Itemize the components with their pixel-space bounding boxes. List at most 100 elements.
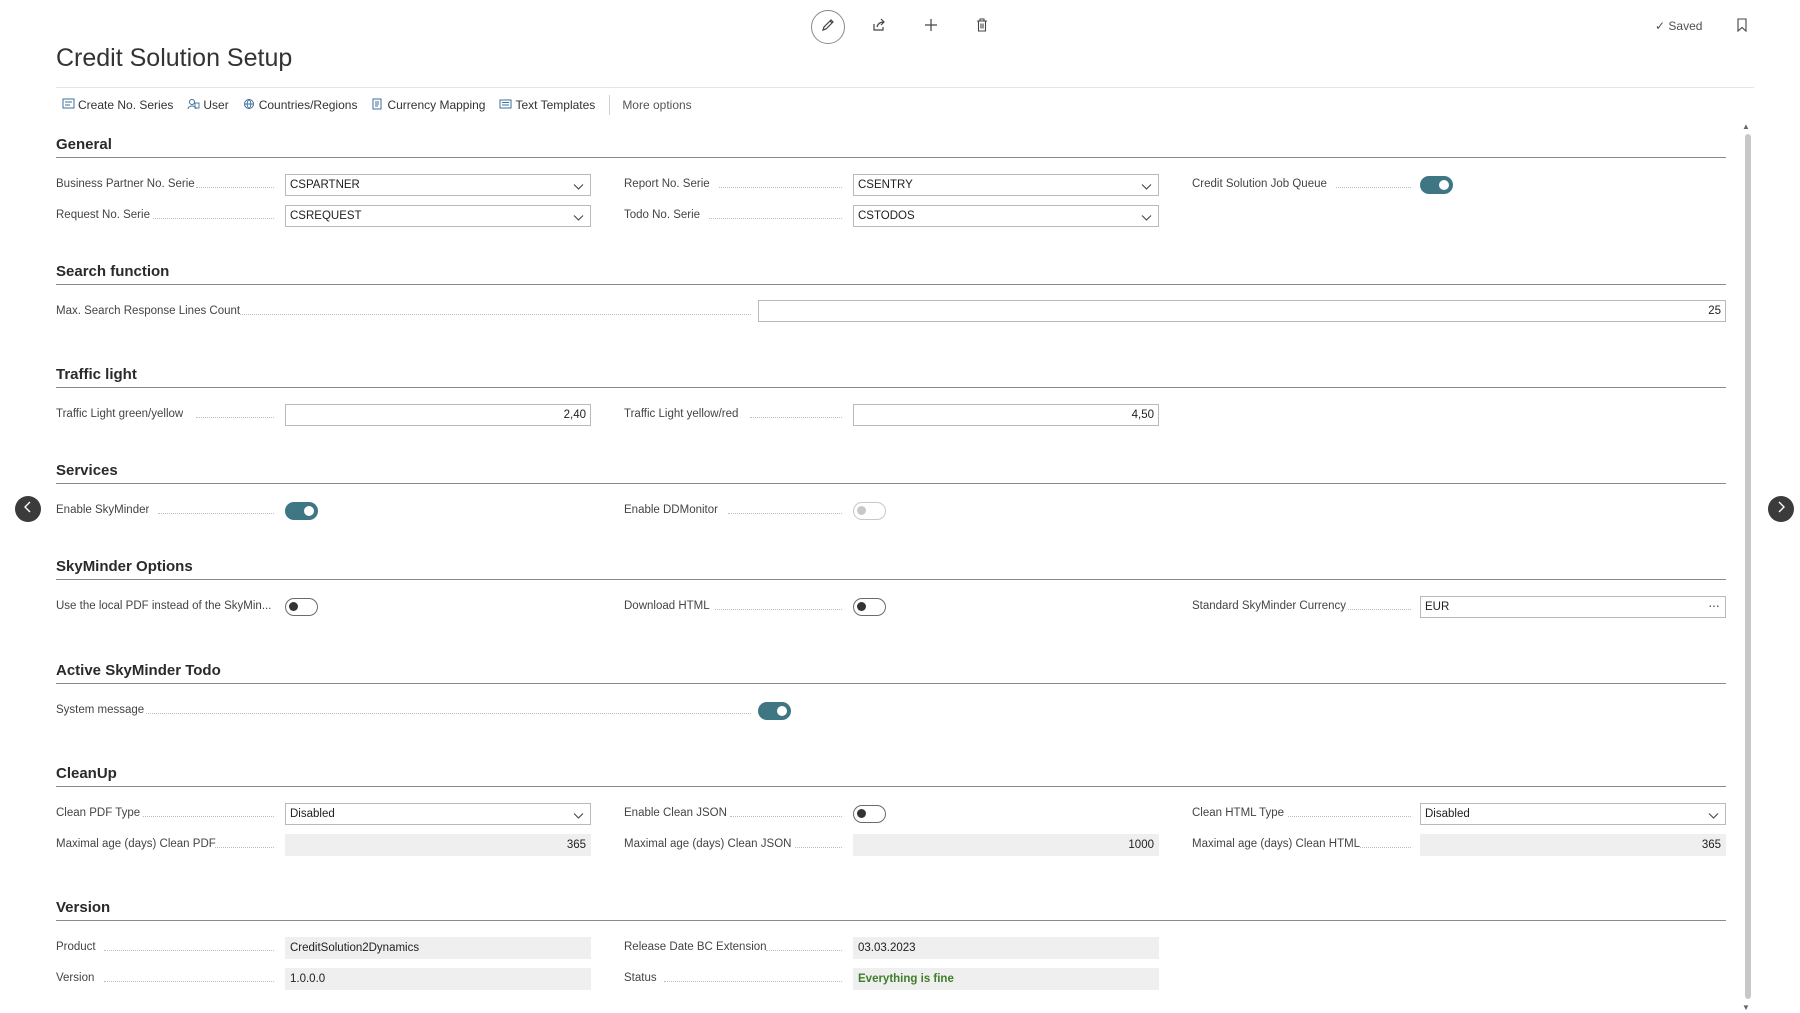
leader-dots — [766, 950, 842, 951]
previous-record-button[interactable] — [15, 496, 41, 522]
download-html-toggle[interactable] — [853, 598, 886, 616]
number-series-icon — [62, 98, 78, 113]
section-divider — [56, 284, 1726, 285]
yellow-red-input[interactable]: 4,50 — [853, 404, 1159, 426]
ddmonitor-toggle[interactable] — [853, 502, 886, 520]
text-templates-button[interactable]: Text Templates — [499, 98, 595, 113]
html-age-label: Maximal age (days) Clean HTML — [1192, 838, 1361, 850]
request-value: CSREQUEST — [290, 210, 362, 222]
edit-button[interactable] — [811, 10, 845, 44]
create-no-series-label: Create No. Series — [78, 98, 174, 112]
green-yellow-input[interactable]: 2,40 — [285, 404, 591, 426]
text-template-icon — [499, 98, 515, 113]
pdf-type-label: Clean PDF Type — [56, 807, 141, 819]
countries-regions-button[interactable]: Countries/Regions — [243, 98, 358, 113]
local-pdf-label: Use the local PDF instead of the SkyMin.… — [56, 600, 271, 612]
json-age-label: Maximal age (days) Clean JSON — [624, 838, 792, 850]
section-skyminder-options-title[interactable]: SkyMinder Options — [56, 558, 193, 575]
chevron-down-icon — [573, 210, 584, 230]
currency-label: Standard SkyMinder Currency — [1192, 600, 1347, 612]
report-select[interactable]: CSENTRY — [853, 174, 1159, 196]
section-services-title[interactable]: Services — [56, 462, 118, 479]
leader-dots — [104, 981, 274, 982]
skyminder-toggle[interactable] — [285, 502, 318, 520]
leader-dots — [1288, 816, 1411, 817]
create-no-series-button[interactable]: Create No. Series — [62, 98, 173, 113]
currency-lookup[interactable]: EUR ··· — [1420, 596, 1726, 618]
section-cleanup-title[interactable]: CleanUp — [56, 765, 117, 782]
saved-status: ✓ Saved — [1655, 19, 1702, 33]
chevron-right-icon — [1775, 500, 1787, 518]
title-divider — [56, 87, 1754, 88]
currency-mapping-label: Currency Mapping — [387, 98, 486, 112]
leader-dots — [728, 513, 842, 514]
yellow-red-label: Traffic Light yellow/red — [624, 408, 739, 420]
system-message-label: System message — [56, 704, 145, 716]
scrollbar-thumb[interactable] — [1745, 134, 1751, 999]
leader-dots — [240, 314, 751, 315]
pdf-age-value: 365 — [285, 834, 591, 856]
leader-dots — [1360, 847, 1411, 848]
leader-dots — [795, 847, 842, 848]
user-icon — [187, 98, 203, 113]
countries-regions-label: Countries/Regions — [258, 98, 358, 112]
pdf-type-select[interactable]: Disabled — [285, 803, 591, 825]
leader-dots — [143, 816, 274, 817]
globe-icon — [243, 98, 259, 113]
currency-mapping-button[interactable]: Currency Mapping — [371, 98, 485, 113]
scroll-down-arrow-icon[interactable]: ▼ — [1742, 1003, 1750, 1012]
action-bar: Create No. Series User Countries/Regions… — [62, 95, 706, 115]
version-label: Version — [56, 972, 95, 984]
system-message-toggle[interactable] — [758, 702, 791, 720]
section-divider — [56, 387, 1726, 388]
section-general-title[interactable]: General — [56, 136, 112, 153]
business-partner-value: CSPARTNER — [290, 179, 360, 191]
action-divider — [609, 95, 611, 115]
scroll-up-arrow-icon[interactable]: ▲ — [1742, 122, 1750, 131]
html-type-value: Disabled — [1425, 808, 1470, 820]
section-todo-title[interactable]: Active SkyMinder Todo — [56, 662, 221, 679]
currency-icon — [371, 98, 387, 113]
chevron-down-icon — [573, 808, 584, 828]
leader-dots — [719, 187, 842, 188]
job-queue-toggle[interactable] — [1420, 176, 1453, 194]
chevron-left-icon — [22, 500, 34, 518]
saved-label: Saved — [1668, 19, 1703, 33]
json-toggle[interactable] — [853, 805, 886, 823]
business-partner-select[interactable]: CSPARTNER — [285, 174, 591, 196]
delete-button[interactable] — [965, 10, 999, 44]
leader-dots — [709, 218, 842, 219]
ddmonitor-label: Enable DDMonitor — [624, 504, 718, 516]
chevron-down-icon — [573, 179, 584, 199]
local-pdf-toggle[interactable] — [285, 598, 318, 616]
leader-dots — [153, 218, 274, 219]
section-search-title[interactable]: Search function — [56, 263, 169, 280]
leader-dots — [1336, 187, 1411, 188]
more-options-button[interactable]: More options — [622, 98, 691, 112]
html-type-select[interactable]: Disabled — [1420, 803, 1726, 825]
text-templates-label: Text Templates — [515, 98, 596, 112]
ellipsis-icon[interactable]: ··· — [1708, 595, 1720, 615]
html-type-label: Clean HTML Type — [1192, 807, 1285, 819]
leader-dots — [730, 816, 842, 817]
checkmark-icon: ✓ — [1655, 19, 1666, 33]
todo-select[interactable]: CSTODOS — [853, 205, 1159, 227]
max-lines-input[interactable]: 25 — [758, 300, 1726, 322]
section-divider — [56, 786, 1726, 787]
leader-dots — [664, 981, 842, 982]
user-button[interactable]: User — [187, 98, 229, 113]
chevron-down-icon — [1141, 210, 1152, 230]
bookmark-icon — [1735, 17, 1749, 38]
release-date-label: Release Date BC Extension — [624, 941, 767, 953]
next-record-button[interactable] — [1768, 496, 1794, 522]
section-version-title[interactable]: Version — [56, 899, 110, 916]
html-age-value: 365 — [1420, 834, 1726, 856]
bookmark-button[interactable] — [1725, 10, 1759, 44]
pdf-type-value: Disabled — [290, 808, 335, 820]
product-value: CreditSolution2Dynamics — [285, 937, 591, 959]
share-button[interactable] — [862, 10, 896, 44]
section-traffic-title[interactable]: Traffic light — [56, 366, 137, 383]
section-divider — [56, 157, 1726, 158]
new-button[interactable] — [914, 10, 948, 44]
request-select[interactable]: CSREQUEST — [285, 205, 591, 227]
